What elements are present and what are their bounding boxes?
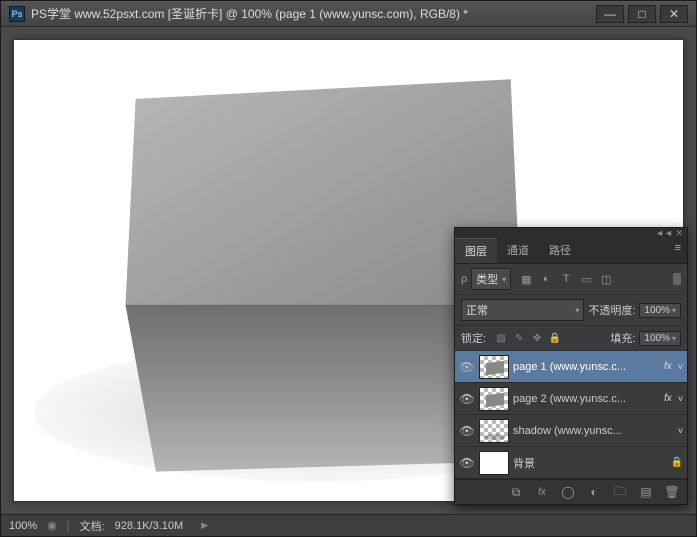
maximize-button[interactable]: □: [628, 5, 656, 23]
lock-row: 锁定: ▨ ✎ ✥ 🔒 填充: 100% ▾: [455, 326, 687, 351]
statusbar: 100% ◉ | 文档: 928.1K/3.10M ▶: [1, 514, 696, 536]
expand-fx-icon[interactable]: ˅: [678, 362, 683, 372]
filter-icons: ▦ ◐ T ▭ ◫: [519, 272, 613, 286]
lock-move-icon[interactable]: ✥: [530, 331, 544, 345]
visibility-toggle-icon[interactable]: 👁: [459, 360, 475, 374]
doc-value: 928.1K/3.10M: [115, 520, 184, 532]
filter-adjust-icon[interactable]: ◐: [539, 272, 553, 286]
globe-icon[interactable]: ◉: [47, 519, 57, 532]
opacity-value: 100%: [644, 305, 670, 316]
expand-icon[interactable]: ˅: [678, 426, 683, 436]
lock-icons: ▨ ✎ ✥ 🔒: [494, 331, 562, 345]
filter-shape-icon[interactable]: ▭: [579, 272, 593, 286]
layer-thumbnail[interactable]: [479, 451, 509, 475]
filter-type-label: 类型: [476, 271, 498, 287]
link-layers-icon[interactable]: ⧉: [507, 484, 525, 500]
app-window: Ps PS学堂 www.52psxt.com [圣诞折卡] @ 100% (pa…: [0, 0, 697, 537]
fx-indicator-icon[interactable]: fx: [664, 393, 672, 404]
zoom-value[interactable]: 100%: [9, 520, 37, 532]
new-layer-icon[interactable]: ▤: [637, 484, 655, 500]
panel-collapse-bar[interactable]: ◄◄ ✕: [455, 228, 687, 238]
lock-all-icon[interactable]: 🔒: [548, 331, 562, 345]
layer-name: page 2 (www.yunsc.c...: [513, 393, 660, 405]
filter-type-dropdown[interactable]: 类型 ▾: [471, 268, 511, 290]
new-adjustment-icon[interactable]: ◐: [585, 484, 603, 500]
layer-name: shadow (www.yunsc...: [513, 425, 674, 437]
layer-thumbnail[interactable]: [479, 419, 509, 443]
panel-tabs: 图层 通道 路径 ≡: [455, 238, 687, 264]
filter-pixel-icon[interactable]: ▦: [519, 272, 533, 286]
layer-thumbnail[interactable]: [479, 387, 509, 411]
minimize-button[interactable]: —: [596, 5, 624, 23]
fill-value: 100%: [644, 333, 670, 344]
chevron-down-icon: ▾: [672, 306, 676, 315]
layer-fx-icon[interactable]: fx: [533, 484, 551, 500]
fill-input[interactable]: 100% ▾: [639, 331, 681, 346]
lock-label: 锁定:: [461, 330, 486, 346]
tab-layers[interactable]: 图层: [455, 238, 497, 263]
canvas-area: ◄◄ ✕ 图层 通道 路径 ≡ ρ 类型 ▾ ▦ ◐ T ▭ ◫: [1, 27, 696, 536]
delete-layer-icon[interactable]: 🗑: [663, 484, 681, 500]
layer-row[interactable]: 👁 page 2 (www.yunsc.c... fx ˅: [455, 383, 687, 415]
opacity-input[interactable]: 100% ▾: [639, 303, 681, 318]
layer-row[interactable]: 👁 背景 🔒: [455, 447, 687, 479]
lock-brush-icon[interactable]: ✎: [512, 331, 526, 345]
visibility-toggle-icon[interactable]: 👁: [459, 456, 475, 470]
titlebar: Ps PS学堂 www.52psxt.com [圣诞折卡] @ 100% (pa…: [1, 1, 696, 27]
lock-transparent-icon[interactable]: ▨: [494, 331, 508, 345]
blend-mode-value: 正常: [466, 302, 488, 318]
chevron-down-icon: ▾: [672, 334, 676, 343]
status-arrow-icon[interactable]: ▶: [201, 520, 208, 531]
doc-label: 文档:: [80, 518, 105, 534]
layers-panel[interactable]: ◄◄ ✕ 图层 通道 路径 ≡ ρ 类型 ▾ ▦ ◐ T ▭ ◫: [454, 227, 688, 505]
panel-bottom-toolbar: ⧉ fx ◯ ◐ 🗀 ▤ 🗑: [455, 479, 687, 504]
chevron-down-icon: ▾: [575, 306, 579, 315]
layer-mask-icon[interactable]: ◯: [559, 484, 577, 500]
blend-row: 正常 ▾ 不透明度: 100% ▾: [455, 295, 687, 326]
new-group-icon[interactable]: 🗀: [611, 484, 629, 500]
lock-icon: 🔒: [671, 457, 683, 468]
layer-row[interactable]: 👁 shadow (www.yunsc... ˅: [455, 415, 687, 447]
separator: |: [67, 520, 70, 532]
tab-paths[interactable]: 路径: [539, 238, 581, 263]
expand-fx-icon[interactable]: ˅: [678, 394, 683, 404]
layer-list: 👁 page 1 (www.yunsc.c... fx ˅ 👁 page 2 (www.y…: [455, 351, 687, 479]
filter-type-icon[interactable]: T: [559, 272, 573, 286]
layer-thumbnail[interactable]: [479, 355, 509, 379]
layer-name: 背景: [513, 455, 665, 471]
chevron-down-icon: ▾: [502, 275, 506, 284]
close-button[interactable]: ✕: [660, 5, 688, 23]
visibility-toggle-icon[interactable]: 👁: [459, 392, 475, 406]
filter-search-icon[interactable]: ρ: [461, 273, 467, 285]
panel-menu-icon[interactable]: ≡: [669, 238, 687, 263]
filter-smart-icon[interactable]: ◫: [599, 272, 613, 286]
filter-toggle[interactable]: [673, 273, 681, 285]
visibility-toggle-icon[interactable]: 👁: [459, 424, 475, 438]
app-icon: Ps: [9, 6, 25, 22]
layer-name: page 1 (www.yunsc.c...: [513, 361, 660, 373]
fill-label: 填充:: [610, 330, 635, 346]
fx-indicator-icon[interactable]: fx: [664, 361, 672, 372]
window-title: PS学堂 www.52psxt.com [圣诞折卡] @ 100% (page …: [31, 5, 592, 22]
tab-channels[interactable]: 通道: [497, 238, 539, 263]
layer-row[interactable]: 👁 page 1 (www.yunsc.c... fx ˅: [455, 351, 687, 383]
blend-mode-dropdown[interactable]: 正常 ▾: [461, 299, 584, 321]
filter-row: ρ 类型 ▾ ▦ ◐ T ▭ ◫: [455, 264, 687, 295]
window-controls: — □ ✕: [592, 5, 688, 23]
opacity-label: 不透明度:: [588, 302, 635, 318]
